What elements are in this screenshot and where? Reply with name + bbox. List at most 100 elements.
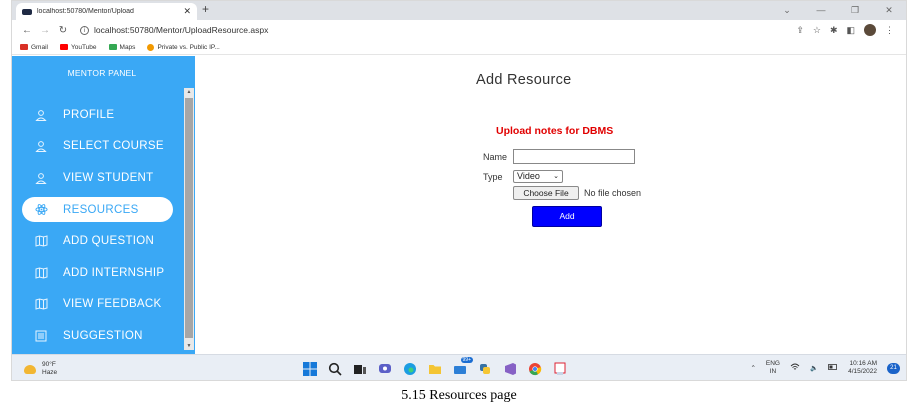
- tab-close-icon[interactable]: ✕: [183, 6, 191, 17]
- name-input[interactable]: [513, 149, 635, 164]
- map-icon: [34, 234, 48, 248]
- search-icon[interactable]: [326, 360, 343, 377]
- atom-icon: [34, 203, 48, 217]
- sidebar-item-profile[interactable]: PROFILE: [12, 99, 184, 131]
- bookmark-label: YouTube: [70, 43, 97, 51]
- weather-icon: [24, 364, 36, 374]
- add-button[interactable]: Add: [532, 206, 602, 227]
- notification-badge[interactable]: 21: [887, 362, 900, 374]
- sidebar-item-label: VIEW FEEDBACK: [63, 298, 162, 311]
- sidebar-item-label: PROFILE: [63, 108, 115, 121]
- sidebar-item-view-student[interactable]: VIEW STUDENT: [12, 162, 184, 194]
- sidebar-item-label: SELECT COURSE: [63, 140, 164, 153]
- sidebar-item-label: ADD QUESTION: [63, 235, 155, 248]
- user-icon: [34, 171, 48, 185]
- weather-widget[interactable]: 90°F Haze: [24, 361, 57, 377]
- user-icon: [34, 139, 48, 153]
- browser-toolbar: ← → ↻ i localhost:50780/Mentor/UploadRes…: [12, 20, 906, 40]
- battery-icon[interactable]: [828, 364, 838, 372]
- time: 10:16 AM: [849, 360, 877, 367]
- profile-avatar[interactable]: [864, 24, 876, 36]
- tab-title: localhost:50780/Mentor/Upload: [37, 8, 134, 15]
- chrome-icon[interactable]: [526, 360, 543, 377]
- type-selected-value: Video: [517, 171, 540, 181]
- tab-strip: localhost:50780/Mentor/Upload ✕ + ⌄ — ❐ …: [12, 1, 906, 20]
- bookmark-private-ip[interactable]: Private vs. Public IP...: [147, 43, 220, 51]
- language: ENG: [765, 360, 780, 367]
- map-icon: [34, 297, 48, 311]
- sidebar-item-label: SUGGESTION: [63, 329, 143, 342]
- task-view-icon[interactable]: [351, 360, 368, 377]
- visual-studio-icon[interactable]: [501, 360, 518, 377]
- minimize-icon[interactable]: —: [804, 1, 838, 20]
- region: IN: [769, 368, 777, 375]
- forward-icon[interactable]: →: [36, 25, 54, 36]
- clock[interactable]: 10:16 AM 4/15/2022: [848, 360, 877, 376]
- favicon-icon: [22, 8, 32, 15]
- edge-icon[interactable]: [401, 360, 418, 377]
- chevron-up-icon[interactable]: ⌃: [750, 364, 755, 372]
- taskbar-apps: 99+: [301, 357, 568, 377]
- scroll-up-icon[interactable]: ▲: [184, 89, 194, 95]
- chat-icon[interactable]: [376, 360, 393, 377]
- toolbar-actions: ⇪ ☆ ✱ ◧ ⋮: [796, 24, 900, 36]
- main-content: Add Resource Upload notes for DBMS Name …: [195, 56, 906, 354]
- scrollbar-thumb[interactable]: [185, 98, 193, 338]
- file-explorer-icon[interactable]: [426, 360, 443, 377]
- language-indicator[interactable]: ENG IN: [766, 360, 780, 376]
- url-text[interactable]: localhost:50780/Mentor/UploadResource.as…: [94, 25, 268, 35]
- youtube-icon: [59, 44, 68, 50]
- reload-icon[interactable]: ↻: [54, 25, 72, 36]
- type-select[interactable]: Video ⌄: [513, 170, 563, 183]
- figure-caption: 5.15 Resources page: [401, 388, 517, 403]
- system-tray: ⌃ ENG IN 🔈 10:16 AM 4/15/2022 21: [750, 360, 900, 376]
- screenshot-frame: localhost:50780/Mentor/Upload ✕ + ⌄ — ❐ …: [11, 0, 907, 381]
- sidebar-item-add-question[interactable]: ADD QUESTION: [12, 225, 184, 257]
- new-tab-button[interactable]: +: [202, 2, 209, 16]
- chevron-down-icon[interactable]: ⌄: [770, 1, 804, 20]
- mail-icon[interactable]: 99+: [451, 357, 473, 377]
- sidebar-item-add-internship[interactable]: ADD INTERNSHIP: [12, 257, 184, 289]
- sidebar-item-select-course[interactable]: SELECT COURSE: [12, 131, 184, 163]
- weather-condition: Haze: [42, 369, 58, 376]
- weather-text: 90°F Haze: [42, 361, 57, 377]
- close-icon[interactable]: ✕: [872, 1, 906, 20]
- address-bar[interactable]: i localhost:50780/Mentor/UploadResource.…: [80, 22, 796, 38]
- bookmark-youtube[interactable]: YouTube: [59, 43, 97, 51]
- wifi-icon[interactable]: [790, 363, 800, 373]
- gmail-icon: [20, 44, 28, 50]
- windows-start-icon[interactable]: [301, 360, 318, 377]
- sidepanel-icon[interactable]: ◧: [846, 25, 855, 36]
- back-icon[interactable]: ←: [18, 25, 36, 36]
- snipping-tool-icon[interactable]: [551, 360, 568, 377]
- chevron-down-icon: ⌄: [553, 173, 559, 180]
- python-icon[interactable]: [476, 360, 493, 377]
- sidebar-item-suggestion[interactable]: SUGGESTION: [12, 320, 184, 352]
- maps-icon: [108, 44, 117, 50]
- name-label: Name: [483, 152, 508, 162]
- choose-file-button[interactable]: Choose File: [513, 186, 579, 200]
- page-title: Add Resource: [476, 72, 572, 88]
- bookmark-label: Maps: [119, 43, 136, 51]
- info-icon[interactable]: i: [80, 25, 89, 35]
- scroll-down-icon[interactable]: ▼: [184, 343, 194, 349]
- temperature: 90°F: [42, 361, 56, 368]
- share-icon[interactable]: ⇪: [796, 25, 804, 36]
- type-label: Type: [483, 172, 503, 182]
- bookmark-label: Gmail: [31, 43, 48, 51]
- star-icon[interactable]: ☆: [813, 25, 821, 36]
- extensions-icon[interactable]: ✱: [830, 25, 838, 36]
- list-icon: [34, 329, 48, 343]
- volume-icon[interactable]: 🔈: [810, 364, 818, 372]
- sidebar-scrollbar[interactable]: ▲ ▼: [184, 88, 194, 350]
- sidebar-item-resources[interactable]: RESOURCES: [12, 194, 184, 226]
- file-status: No file chosen: [584, 188, 642, 198]
- restore-icon[interactable]: ❐: [838, 1, 872, 20]
- sidebar-item-view-feedback[interactable]: VIEW FEEDBACK: [12, 289, 184, 321]
- menu-icon[interactable]: ⋮: [885, 25, 894, 36]
- bookmark-site-icon: [147, 43, 155, 51]
- bookmark-gmail[interactable]: Gmail: [20, 44, 48, 51]
- taskbar: 90°F Haze 99+ ⌃ ENG IN 🔈 10:16 AM 4/15/2…: [12, 354, 906, 380]
- browser-tab[interactable]: localhost:50780/Mentor/Upload ✕: [16, 3, 197, 20]
- bookmark-maps[interactable]: Maps: [108, 43, 136, 51]
